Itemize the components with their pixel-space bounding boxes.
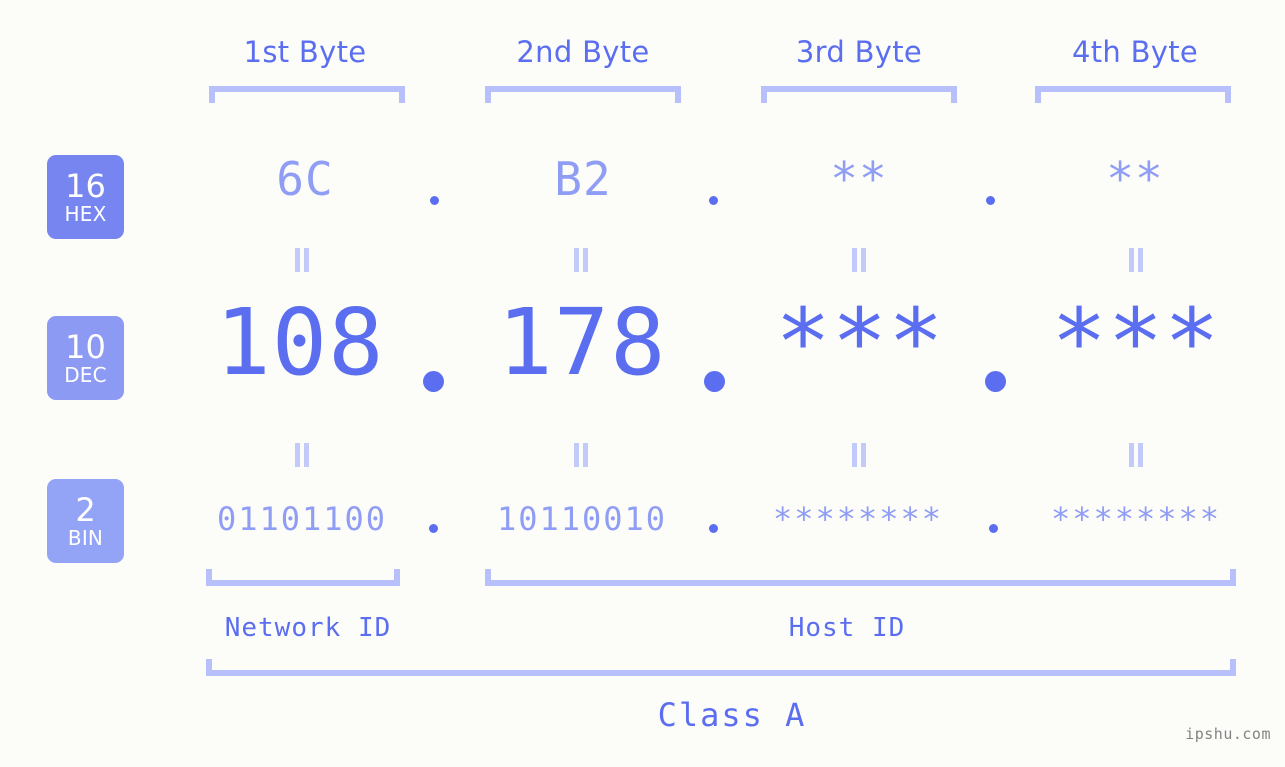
hex-byte-4-value: **	[1106, 152, 1164, 206]
radix-badge-bin: 2 BIN	[47, 479, 124, 563]
radix-badge-bin-name: BIN	[67, 525, 104, 550]
dec-byte-1-value: 108	[215, 289, 385, 396]
bin-byte-4-value: ********	[1050, 500, 1222, 538]
hex-byte-3-value: **	[830, 152, 888, 206]
network-id-label: Network ID	[224, 613, 392, 643]
equals-marker-hex-dec-2	[570, 248, 592, 272]
bin-byte-3-value: ********	[772, 500, 944, 538]
dec-separator-2	[704, 371, 725, 392]
byte-bracket-4	[1035, 86, 1231, 103]
equals-marker-dec-bin-3	[848, 443, 870, 467]
network-id-bracket	[206, 569, 400, 586]
dec-byte-3-value: ***	[775, 289, 945, 396]
site-watermark: ipshu.com	[1185, 725, 1271, 743]
bin-byte-2-value: 10110010	[496, 500, 668, 538]
radix-badge-dec: 10 DEC	[47, 316, 124, 400]
byte-bracket-1	[209, 86, 405, 103]
ip-address-breakdown-diagram: 1st Byte 2nd Byte 3rd Byte 4th Byte 16 H…	[0, 0, 1285, 767]
hex-separator-3	[986, 196, 995, 205]
dec-byte-4-value: ***	[1051, 289, 1221, 396]
radix-badge-hex: 16 HEX	[47, 155, 124, 239]
byte-bracket-3	[761, 86, 957, 103]
byte-header-1: 1st Byte	[243, 35, 367, 69]
dec-byte-2-value: 178	[497, 289, 667, 396]
dec-separator-3	[985, 371, 1006, 392]
hex-byte-2-value: B2	[554, 152, 612, 206]
hex-separator-2	[709, 196, 718, 205]
host-id-label: Host ID	[788, 613, 906, 643]
equals-marker-dec-bin-2	[570, 443, 592, 467]
radix-badge-dec-name: DEC	[64, 362, 107, 387]
equals-marker-dec-bin-1	[291, 443, 313, 467]
radix-badge-hex-number: 16	[65, 166, 106, 205]
byte-bracket-2	[485, 86, 681, 103]
bin-byte-1-value: 01101100	[216, 500, 388, 538]
dec-separator-1	[423, 371, 444, 392]
equals-marker-dec-bin-4	[1125, 443, 1147, 467]
host-id-bracket	[485, 569, 1236, 586]
bin-separator-3	[989, 524, 998, 533]
equals-marker-hex-dec-4	[1125, 248, 1147, 272]
bin-separator-2	[709, 524, 718, 533]
hex-byte-1-value: 6C	[276, 152, 334, 206]
class-label: Class A	[657, 696, 807, 734]
byte-header-3: 3rd Byte	[795, 35, 923, 69]
radix-badge-dec-number: 10	[65, 327, 106, 366]
equals-marker-hex-dec-3	[848, 248, 870, 272]
hex-separator-1	[430, 196, 439, 205]
radix-badge-bin-number: 2	[75, 490, 96, 529]
class-bracket	[206, 659, 1236, 676]
byte-header-2: 2nd Byte	[516, 35, 650, 69]
equals-marker-hex-dec-1	[291, 248, 313, 272]
bin-separator-1	[429, 524, 438, 533]
radix-badge-hex-name: HEX	[64, 201, 107, 226]
byte-header-4: 4th Byte	[1071, 35, 1199, 69]
